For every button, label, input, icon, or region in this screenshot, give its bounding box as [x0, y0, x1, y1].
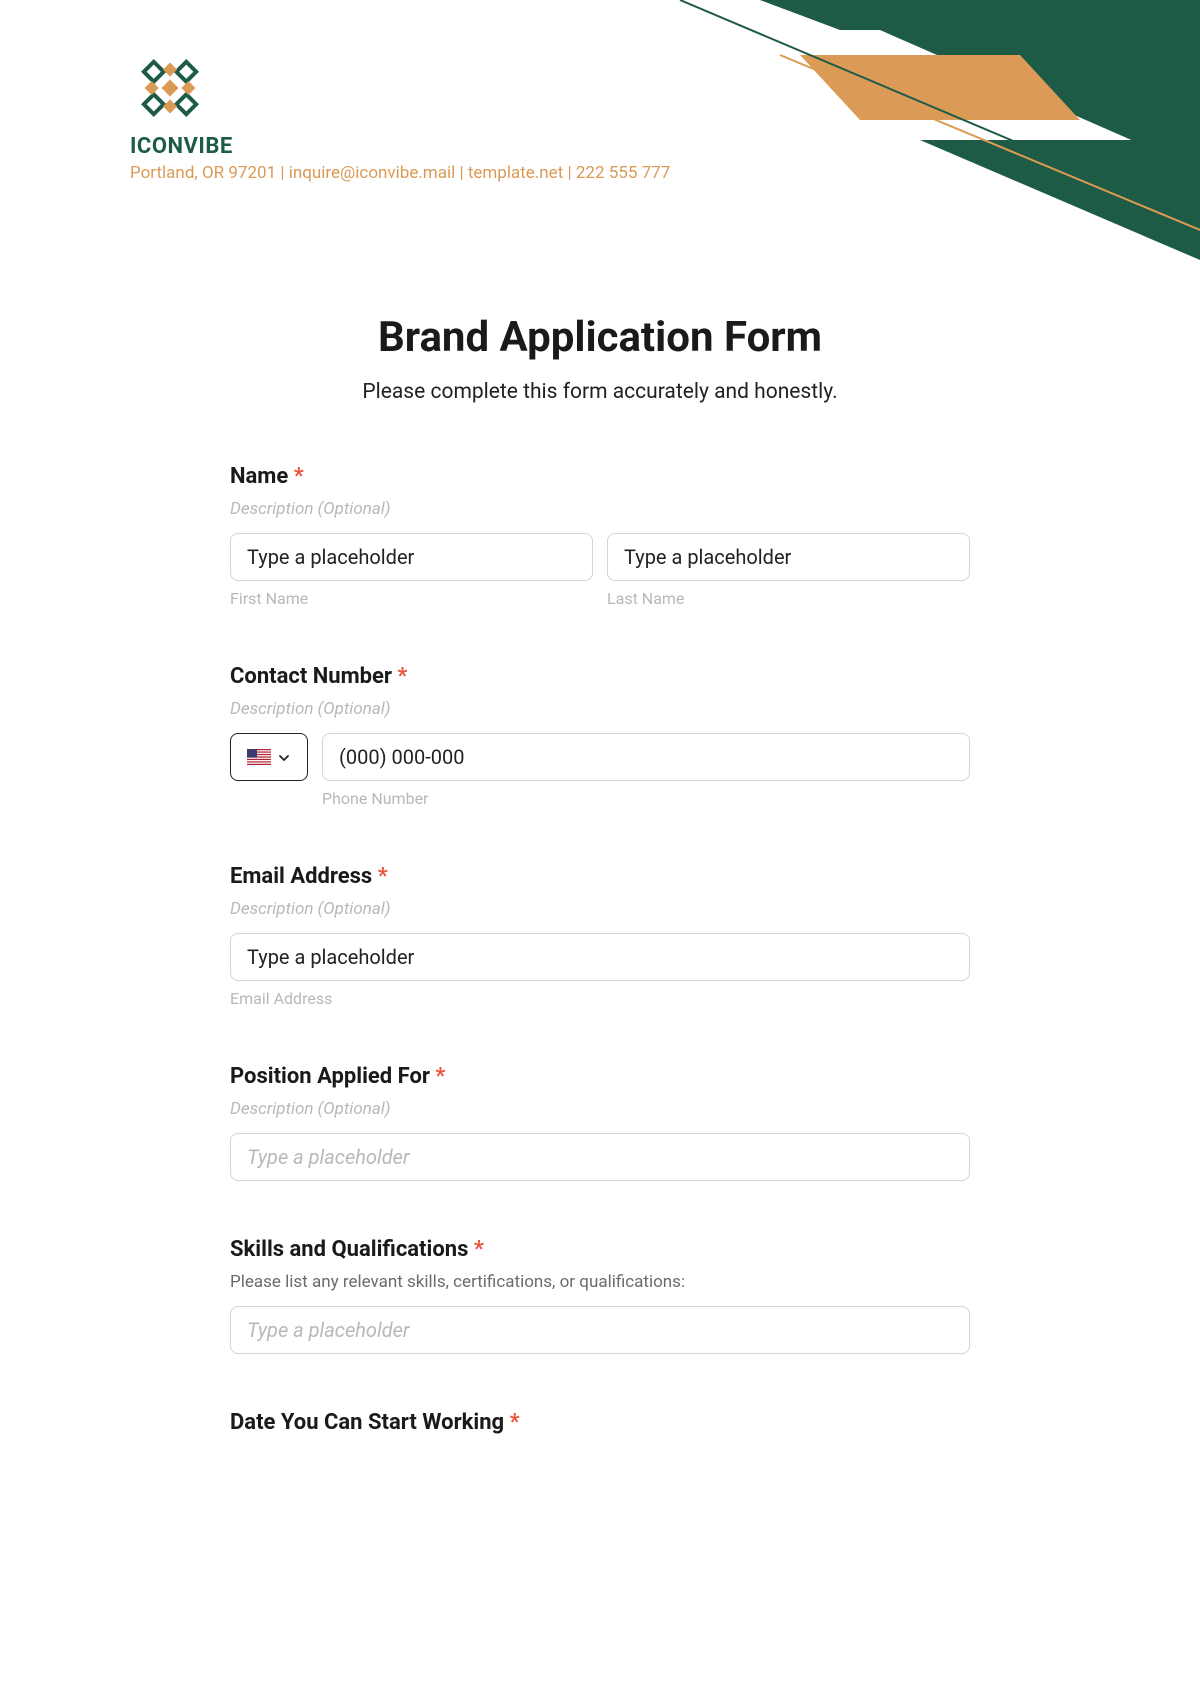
phone-sublabel: Phone Number [322, 789, 970, 808]
contact-label: Contact Number * [230, 664, 970, 689]
chevron-down-icon [277, 750, 291, 764]
email-input[interactable] [230, 933, 970, 981]
skills-label-text: Skills and Qualifications [230, 1237, 468, 1262]
required-mark: * [435, 1064, 445, 1089]
last-name-input[interactable] [607, 533, 970, 581]
field-contact: Contact Number * Description (Optional) [230, 664, 970, 808]
required-mark: * [474, 1237, 484, 1262]
position-label-text: Position Applied For [230, 1064, 430, 1089]
field-position: Position Applied For * Description (Opti… [230, 1064, 970, 1181]
form-container: Brand Application Form Please complete t… [190, 313, 1010, 1551]
required-mark: * [378, 864, 388, 889]
required-mark: * [397, 664, 407, 689]
form-subtitle: Please complete this form accurately and… [230, 380, 970, 404]
form-title: Brand Application Form [230, 313, 970, 362]
skills-label: Skills and Qualifications * [230, 1237, 970, 1262]
last-name-sublabel: Last Name [607, 589, 970, 608]
header: ICONVIBE Portland, OR 97201 | inquire@ic… [0, 0, 1200, 183]
email-label: Email Address * [230, 864, 970, 889]
brand-contact-line: Portland, OR 97201 | inquire@iconvibe.ma… [130, 163, 670, 183]
country-code-picker[interactable] [230, 733, 308, 781]
start-date-label: Date You Can Start Working * [230, 1410, 970, 1435]
position-desc: Description (Optional) [230, 1099, 970, 1119]
field-email: Email Address * Description (Optional) E… [230, 864, 970, 1008]
start-date-label-text: Date You Can Start Working [230, 1410, 504, 1435]
contact-desc: Description (Optional) [230, 699, 970, 719]
position-input[interactable] [230, 1133, 970, 1181]
position-label: Position Applied For * [230, 1064, 970, 1089]
us-flag-icon [247, 749, 271, 765]
brand-name: ICONVIBE [130, 134, 233, 159]
required-mark: * [294, 464, 304, 489]
name-desc: Description (Optional) [230, 499, 970, 519]
field-start-date: Date You Can Start Working * [230, 1410, 970, 1435]
required-mark: * [510, 1410, 520, 1435]
skills-desc: Please list any relevant skills, certifi… [230, 1272, 970, 1292]
field-name: Name * Description (Optional) First Name… [230, 464, 970, 608]
brand-logo-icon [130, 48, 210, 128]
email-desc: Description (Optional) [230, 899, 970, 919]
phone-input[interactable] [322, 733, 970, 781]
email-label-text: Email Address [230, 864, 372, 889]
name-label: Name * [230, 464, 970, 489]
skills-input[interactable] [230, 1306, 970, 1354]
contact-label-text: Contact Number [230, 664, 392, 689]
email-sublabel: Email Address [230, 989, 970, 1008]
field-skills: Skills and Qualifications * Please list … [230, 1237, 970, 1354]
first-name-input[interactable] [230, 533, 593, 581]
name-label-text: Name [230, 464, 288, 489]
first-name-sublabel: First Name [230, 589, 593, 608]
